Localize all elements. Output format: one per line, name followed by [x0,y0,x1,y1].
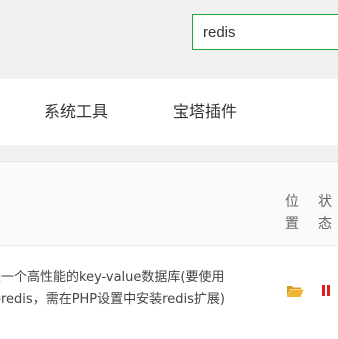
tab-system-tools[interactable]: 系统工具 [44,79,108,145]
table-row: 是一个高性能的key-value数据库(要使用 接redis，需在PHP设置中安… [0,246,338,339]
spacer-band [0,145,338,161]
tab-bt-plugins[interactable]: 宝塔插件 [173,79,237,145]
column-header-status: 状态 [318,194,332,232]
description-line: 接redis，需在PHP设置中安装redis扩展) [0,292,225,307]
pause-icon[interactable] [322,285,332,296]
category-tabs: 系统工具 宝塔插件 [0,79,338,145]
description-line: 是一个高性能的key-value数据库(要使用 [0,270,225,285]
search-input[interactable] [192,14,338,50]
spacer-band [0,57,338,79]
software-description: 是一个高性能的key-value数据库(要使用 接redis，需在PHP设置中安… [0,267,278,311]
folder-icon[interactable] [286,283,304,297]
table-header: 位置 状态 [0,162,338,246]
software-table: 位置 状态 是一个高性能的key-value数据库(要使用 接redis，需在P… [0,161,338,338]
top-bar [0,0,338,57]
column-header-location: 位置 [285,194,299,232]
